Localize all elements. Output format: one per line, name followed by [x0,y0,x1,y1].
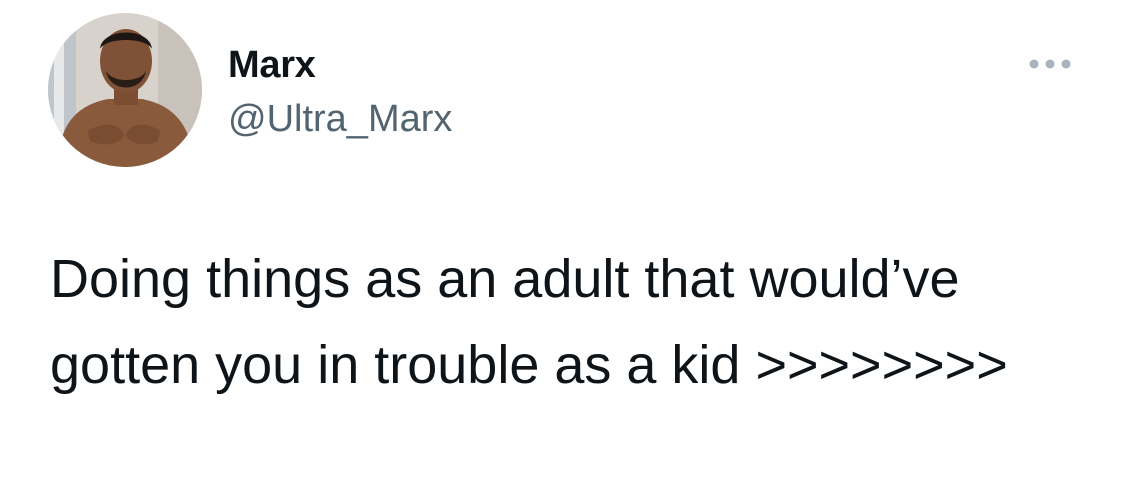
more-options-button[interactable] [1022,48,1078,80]
avatar-image [48,13,202,167]
tweet-card: Marx @Ultra_Marx Doing things as an adul… [0,0,1125,502]
author-display-name[interactable]: Marx [228,44,316,87]
author-avatar[interactable] [48,13,202,167]
author-handle[interactable]: @Ultra_Marx [228,98,452,141]
more-horizontal-icon [1029,59,1071,69]
tweet-text: Doing things as an adult that would’ve g… [50,249,1008,395]
